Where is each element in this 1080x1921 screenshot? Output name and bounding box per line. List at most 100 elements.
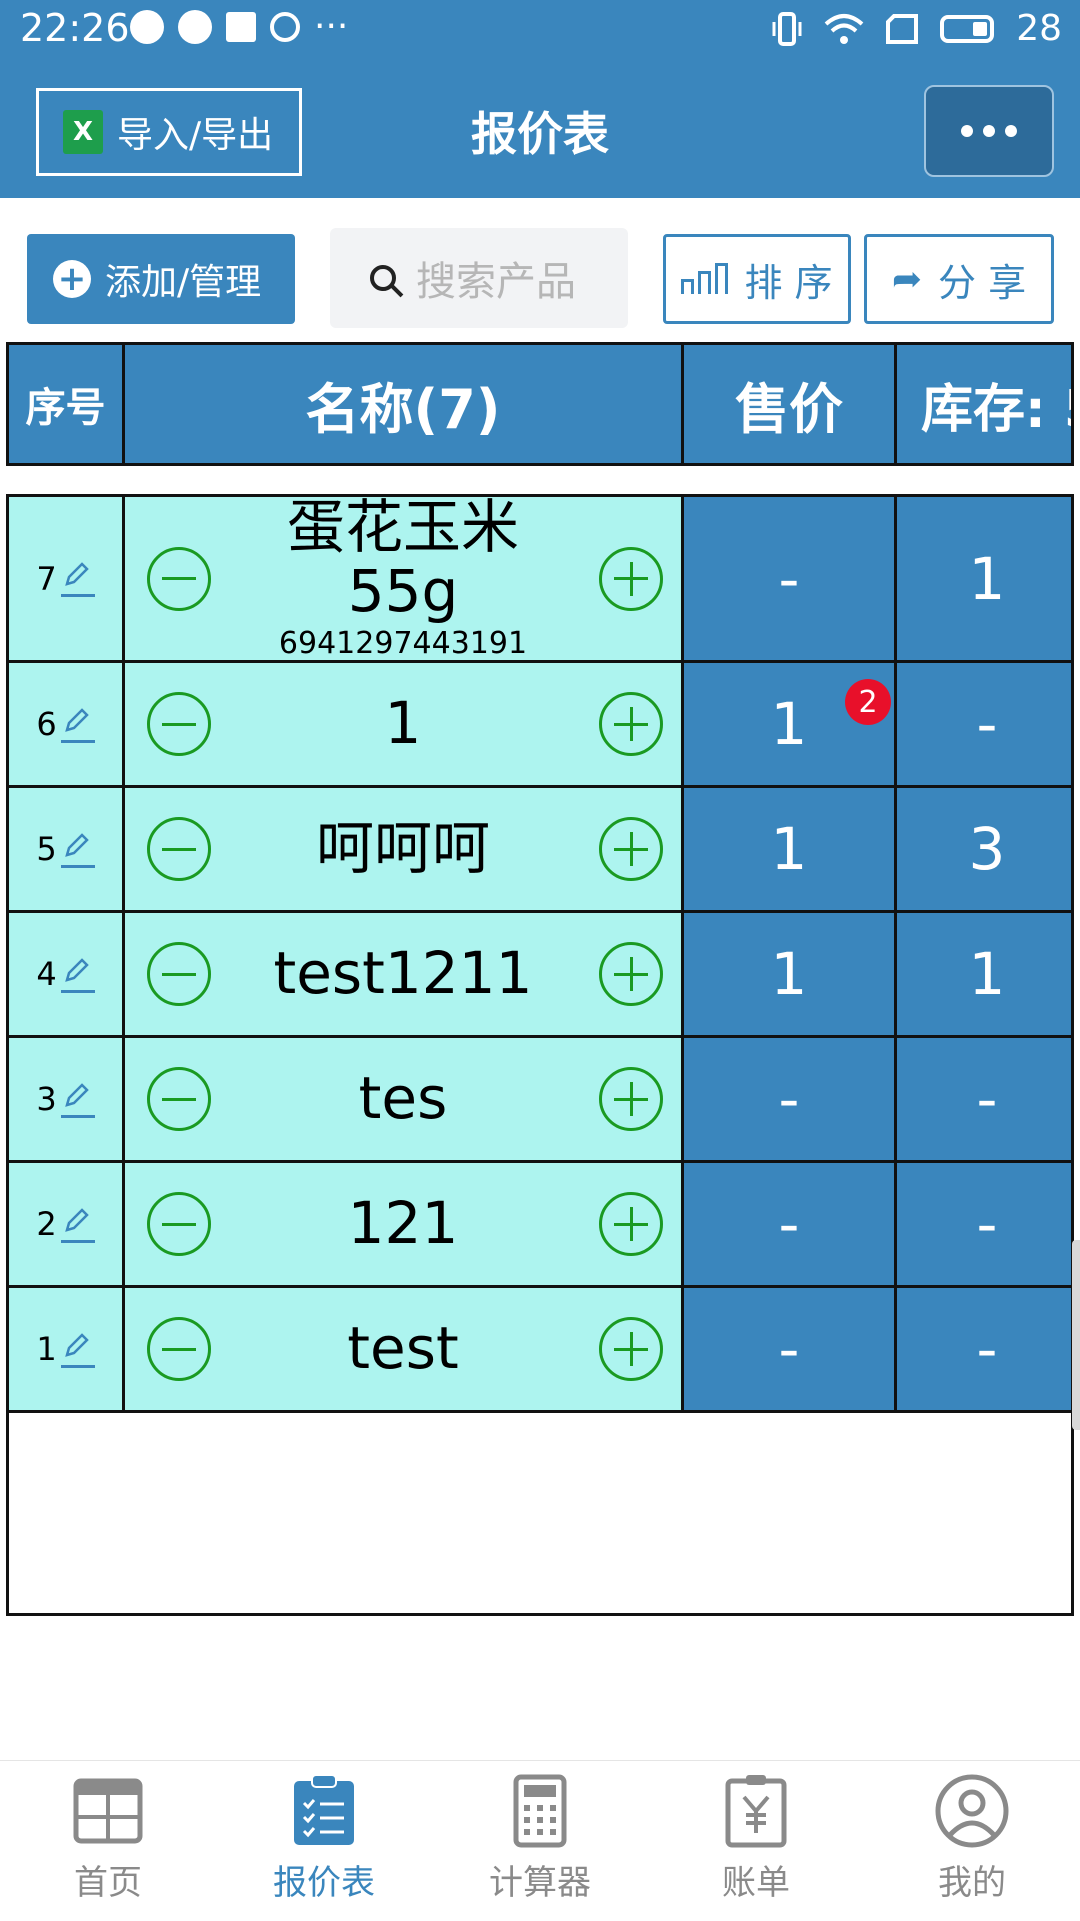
header-name[interactable]: 名称(7) <box>125 345 684 463</box>
message-icon <box>178 10 212 44</box>
table-row: 7 蛋花玉米 55g 6941297443191 - 1 <box>9 494 1071 663</box>
price-cell[interactable]: - <box>684 1163 897 1285</box>
import-export-button[interactable]: X 导入/导出 <box>36 88 302 176</box>
header-seq[interactable]: 序号 <box>9 345 125 463</box>
plus-circle-icon[interactable] <box>599 1067 663 1131</box>
notification-icons: ··· <box>130 9 348 45</box>
check-circle-icon <box>270 12 300 42</box>
seq-number: 5 <box>36 830 57 868</box>
name-cell: 蛋花玉米 55g 6941297443191 <box>125 494 684 661</box>
seq-cell: 5 <box>9 788 125 910</box>
edit-pencil-icon[interactable] <box>60 560 95 597</box>
price-cell[interactable]: - <box>684 1038 897 1160</box>
nav-home-label: 首页 <box>74 1863 142 1903</box>
header-price[interactable]: 售价 <box>684 345 897 463</box>
status-bar: 22:26 ··· 28 <box>0 0 1080 60</box>
name-cell: tes <box>125 1038 684 1160</box>
product-name: 121 <box>347 1189 459 1258</box>
search-input[interactable]: 搜索产品 <box>330 228 628 328</box>
table-row: 5 呵呵呵 1 3 <box>9 788 1071 913</box>
share-button[interactable]: ➦ 分 享 <box>864 234 1054 324</box>
product-barcode: 6941297443191 <box>278 625 528 661</box>
name-cell: 121 <box>125 1163 684 1285</box>
add-manage-button[interactable]: + 添加/管理 <box>27 234 295 324</box>
bottom-nav: 首页 报价表 计算器 账单 我的 <box>0 1760 1080 1921</box>
product-table: 7 蛋花玉米 55g 6941297443191 - 1 6 1 1 - 2 5… <box>6 494 1074 1616</box>
minus-circle-icon[interactable] <box>147 1067 211 1131</box>
name-cell: 1 <box>125 663 684 785</box>
nav-quote[interactable]: 报价表 <box>244 1773 404 1904</box>
price-cell[interactable]: - <box>684 1288 897 1410</box>
stock-cell[interactable]: - <box>897 663 1071 785</box>
stock-cell[interactable]: 1 <box>897 913 1071 1035</box>
nav-mine-label: 我的 <box>938 1863 1006 1903</box>
product-spec: 55g <box>347 557 459 625</box>
plus-circle-icon[interactable] <box>599 942 663 1006</box>
calculator-icon <box>513 1774 567 1848</box>
edit-pencil-icon[interactable] <box>60 831 95 868</box>
price-cell[interactable]: 1 <box>684 913 897 1035</box>
seq-cell: 2 <box>9 1163 125 1285</box>
name-cell: test1211 <box>125 913 684 1035</box>
clipboard-list-icon <box>294 1774 354 1845</box>
nav-mine[interactable]: 我的 <box>892 1773 1052 1904</box>
scroll-handle[interactable] <box>1072 1240 1080 1430</box>
edit-pencil-icon[interactable] <box>60 1206 95 1243</box>
price-cell[interactable]: 1 <box>684 788 897 910</box>
calendar-icon <box>226 12 256 42</box>
stock-cell[interactable]: - <box>897 1288 1071 1410</box>
sort-label: 排 序 <box>744 260 833 305</box>
plus-circle-icon[interactable] <box>599 1192 663 1256</box>
minus-circle-icon[interactable] <box>147 546 211 611</box>
plus-circle-icon[interactable] <box>599 817 663 881</box>
table-row: 2 121 - - <box>9 1163 1071 1288</box>
nav-quote-label: 报价表 <box>273 1863 375 1903</box>
nav-calculator[interactable]: 计算器 <box>460 1773 620 1904</box>
product-name: 蛋花玉米 <box>286 494 519 562</box>
plus-circle-icon[interactable] <box>599 692 663 756</box>
name-cell: test <box>125 1288 684 1410</box>
seq-number: 3 <box>36 1080 57 1118</box>
stock-cell[interactable]: 1 <box>897 497 1071 660</box>
sort-button[interactable]: 排 序 <box>663 234 851 324</box>
table-row: 6 1 1 - 2 <box>9 663 1071 788</box>
table-row: 1 test - - <box>9 1288 1071 1413</box>
add-manage-label: 添加/管理 <box>105 262 262 303</box>
seq-cell: 6 <box>9 663 125 785</box>
stock-cell[interactable]: - <box>897 1163 1071 1285</box>
table-row: 3 tes - - <box>9 1038 1071 1163</box>
more-dot-icon <box>983 125 995 137</box>
minus-circle-icon[interactable] <box>147 817 211 881</box>
seq-cell: 1 <box>9 1288 125 1410</box>
plus-circle-icon[interactable] <box>599 546 663 611</box>
price-badge: 2 <box>845 679 891 725</box>
minus-circle-icon[interactable] <box>147 942 211 1006</box>
minus-circle-icon[interactable] <box>147 1317 211 1381</box>
edit-pencil-icon[interactable] <box>60 956 95 993</box>
seq-number: 4 <box>36 955 57 993</box>
seq-cell: 4 <box>9 913 125 1035</box>
battery-icon <box>940 14 995 43</box>
more-menu-button[interactable] <box>924 85 1054 177</box>
edit-pencil-icon[interactable] <box>60 1331 95 1368</box>
nav-home[interactable]: 首页 <box>28 1773 188 1904</box>
more-dot-icon <box>961 125 973 137</box>
edit-pencil-icon[interactable] <box>60 706 95 743</box>
seq-cell: 7 <box>9 497 125 660</box>
price-cell[interactable]: - <box>684 497 897 660</box>
edit-pencil-icon[interactable] <box>60 1081 95 1118</box>
plus-circle-icon[interactable] <box>599 1317 663 1381</box>
chat-bubble-icon <box>130 10 164 44</box>
minus-circle-icon[interactable] <box>147 692 211 756</box>
name-cell: 呵呵呵 <box>125 788 684 910</box>
minus-circle-icon[interactable] <box>147 1192 211 1256</box>
stock-cell[interactable]: - <box>897 1038 1071 1160</box>
stock-cell[interactable]: 3 <box>897 788 1071 910</box>
table-row: 4 test1211 1 1 <box>9 913 1071 1038</box>
add-circle-icon: + <box>53 260 91 298</box>
nav-bill[interactable]: 账单 <box>676 1773 836 1904</box>
header-stock[interactable]: 库存: 5 <box>897 345 1071 463</box>
bar-chart-icon <box>681 263 729 294</box>
sim-icon <box>886 13 919 44</box>
share-label: 分 享 <box>938 260 1027 305</box>
